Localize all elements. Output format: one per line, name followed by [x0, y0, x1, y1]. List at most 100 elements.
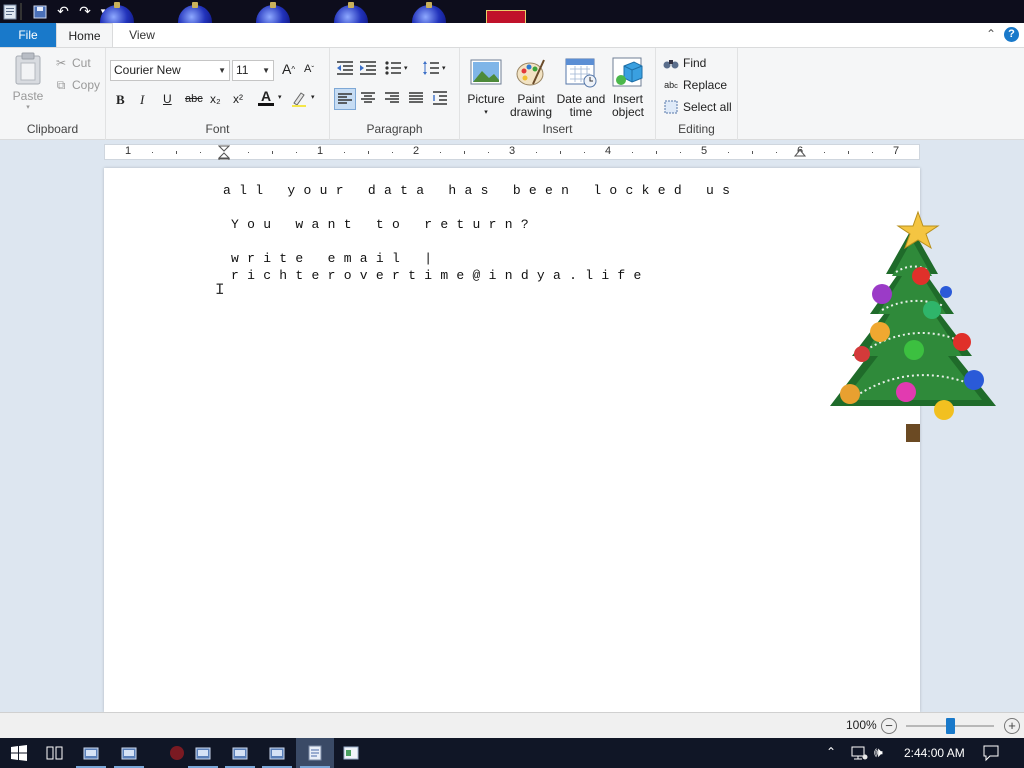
ruler-number: 2 — [413, 145, 420, 157]
taskbar-app[interactable] — [110, 738, 148, 768]
italic-button[interactable]: I — [140, 92, 144, 108]
document-line[interactable]: write email | — [231, 251, 440, 266]
ruler[interactable]: 11234567 — [104, 144, 920, 164]
taskbar-app[interactable] — [258, 738, 296, 768]
subscript-button[interactable]: x₂ — [210, 92, 221, 106]
decrease-indent-button[interactable] — [336, 60, 354, 76]
task-view-button[interactable] — [36, 738, 74, 768]
justify-icon — [409, 92, 423, 103]
chevron-down-icon: ▾ — [404, 65, 408, 72]
date-time-button[interactable]: Date and time — [556, 52, 606, 119]
volume-icon[interactable]: 🕪 — [874, 744, 883, 761]
font-family-select[interactable]: Courier New ▼ — [110, 60, 230, 81]
text-color-button[interactable]: A — [258, 89, 274, 106]
cut-button[interactable]: ✂ Cut — [52, 54, 91, 72]
taskbar-app-wordpad[interactable] — [296, 738, 334, 768]
increase-indent-button[interactable] — [359, 60, 377, 76]
wordpad-app-icon[interactable] — [2, 3, 18, 20]
ruler-tick — [680, 152, 681, 153]
text-color-dropdown-icon[interactable]: ▾ — [278, 93, 282, 101]
zoom-out-button[interactable]: − — [881, 718, 897, 734]
insert-group-label: Insert — [542, 122, 573, 136]
insert-object-button[interactable]: Insert object — [606, 52, 650, 119]
redo-icon[interactable]: ↷ — [77, 3, 93, 20]
minimize-ribbon-icon[interactable]: ⌃ — [986, 27, 996, 41]
find-button[interactable]: Find — [662, 54, 706, 72]
windows-logo-icon — [11, 745, 27, 761]
picture-button[interactable]: Picture ▾ — [464, 52, 508, 118]
action-center-icon[interactable] — [982, 744, 1000, 765]
zoom-slider-thumb[interactable] — [946, 718, 955, 734]
undo-icon[interactable]: ↶ — [55, 3, 71, 20]
strikethrough-button[interactable]: abc — [185, 93, 203, 105]
bold-icon: B — [116, 92, 125, 107]
tab-file[interactable]: File — [0, 23, 56, 47]
start-button[interactable] — [0, 738, 38, 768]
date-time-label-2: time — [569, 105, 593, 119]
tab-home[interactable]: Home — [56, 23, 113, 47]
ornament-decoration — [256, 2, 290, 23]
superscript-button[interactable]: x² — [233, 92, 243, 106]
paint-label-2: drawing — [509, 105, 553, 119]
document-line[interactable]: richterovertime@indya.life — [231, 268, 650, 283]
taskbar: ⌃ 🕪 2:44:00 AM — [0, 738, 1024, 768]
zoom-in-button[interactable]: + — [1004, 718, 1020, 734]
ornament-decoration — [412, 2, 446, 23]
tab-view[interactable]: View — [114, 23, 170, 47]
ruler-tick — [248, 152, 249, 153]
taskbar-app[interactable] — [332, 738, 370, 768]
document-line[interactable]: You want to return? — [231, 217, 537, 232]
paragraph-settings-button[interactable] — [433, 91, 449, 105]
copy-icon: ⧉ — [56, 77, 66, 92]
zoom-out-icon: − — [885, 718, 893, 733]
ruler-tick — [752, 151, 753, 154]
document-page[interactable]: all your data has been locked us You wan… — [104, 168, 920, 712]
document-line[interactable]: all your data has been locked us — [223, 183, 738, 198]
save-icon[interactable] — [32, 3, 48, 20]
ruler-tick — [560, 151, 561, 154]
increase-indent-icon — [360, 61, 376, 75]
editing-group-label: Editing — [678, 122, 715, 136]
line-spacing-button[interactable]: ▾ — [422, 60, 446, 76]
help-icon[interactable]: ? — [1004, 27, 1019, 42]
align-center-button[interactable] — [361, 92, 375, 104]
highlight-color-button[interactable] — [290, 90, 308, 108]
grow-font-button[interactable]: A ^ — [282, 61, 295, 77]
network-icon[interactable] — [850, 745, 868, 764]
picture-label: Picture — [467, 92, 505, 106]
highlighter-icon — [292, 92, 306, 107]
italic-icon: I — [140, 92, 145, 107]
ruler-tick — [296, 152, 297, 153]
shrink-font-button[interactable]: Aˇ — [304, 63, 314, 75]
strikethrough-icon: abc — [185, 93, 203, 105]
grow-font-icon: A — [282, 61, 292, 77]
clipboard-group-label: Clipboard — [26, 122, 79, 136]
underline-button[interactable]: U — [163, 92, 172, 106]
paste-button[interactable]: Paste ▾ — [8, 52, 48, 114]
paint-palette-icon — [516, 59, 545, 86]
clock[interactable]: 2:44:00 AM — [904, 746, 965, 760]
taskbar-app[interactable] — [72, 738, 110, 768]
bullet-list-icon — [385, 61, 401, 75]
ruler-tick — [464, 151, 465, 154]
taskbar-app[interactable] — [221, 738, 259, 768]
replace-button[interactable]: ab c Replace — [662, 76, 727, 94]
align-left-button[interactable] — [334, 88, 356, 110]
bold-button[interactable]: B — [116, 92, 125, 108]
font-size-value: 11 — [236, 63, 249, 77]
justify-button[interactable] — [409, 92, 423, 104]
font-size-select[interactable]: 11 ▼ — [232, 60, 274, 81]
line-spacing-icon — [423, 61, 439, 75]
paint-drawing-button[interactable]: Paint drawing — [509, 52, 553, 119]
align-right-button[interactable] — [385, 92, 399, 104]
right-indent-marker-icon[interactable] — [794, 149, 806, 159]
copy-button[interactable]: ⧉ Copy — [52, 76, 100, 94]
bullets-button[interactable]: ▾ — [384, 60, 408, 76]
show-hidden-icons-icon[interactable]: ⌃ — [826, 745, 836, 759]
app-icon — [232, 747, 248, 760]
taskbar-app[interactable] — [184, 738, 222, 768]
highlight-dropdown-icon[interactable]: ▾ — [311, 93, 315, 101]
red-app-icon — [170, 746, 184, 760]
align-left-icon — [338, 93, 352, 104]
select-all-button[interactable]: Select all — [662, 98, 732, 116]
